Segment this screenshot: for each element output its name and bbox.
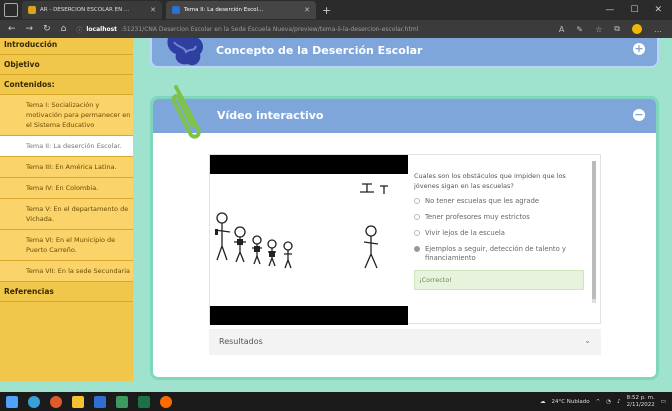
tab-close-icon[interactable]: ✕ <box>150 6 156 14</box>
url-host: localhost <box>86 25 118 33</box>
new-tab-icon[interactable]: + <box>322 4 331 17</box>
window-controls: — ☐ ✕ <box>605 5 662 15</box>
concept-panel-title: Concepto de la Deserción Escolar <box>216 44 423 57</box>
quiz-option[interactable]: Tener profesores muy estrictos <box>414 213 590 222</box>
chevron-down-icon: ⌄ <box>584 336 591 345</box>
favorite-icon[interactable]: ☆ <box>595 25 602 34</box>
letterbox-bottom <box>210 306 408 325</box>
sidebar-item[interactable]: Tema VI: En el Municipio de Puerto Carre… <box>0 230 133 261</box>
sidebar-item[interactable]: Referencias <box>0 282 133 302</box>
quiz-option-label: Tener profesores muy estrictos <box>425 213 530 221</box>
system-tray: ☁ 24°C Nublado ^ ◔ ♪ 8:52 p. m. 2/11/202… <box>540 395 666 409</box>
sidebar-item[interactable]: Tema IV: En Colombia. <box>0 178 133 199</box>
address-bar-row: ← → ↻ ⌂ ⓘ localhost:51231/CNA Desercion … <box>0 20 672 38</box>
excel-icon[interactable] <box>138 395 150 408</box>
windows-taskbar: ☁ 24°C Nublado ^ ◔ ♪ 8:52 p. m. 2/11/202… <box>0 392 672 411</box>
quiz-scrollbar[interactable] <box>592 161 596 303</box>
quiz-panel: Cuales son los obstáculos que impiden qu… <box>414 171 590 290</box>
sidebar-item[interactable]: Tema VII: En la sede Secundaria <box>0 261 133 282</box>
extensions-icon[interactable]: ✎ <box>576 25 583 34</box>
maximize-icon[interactable]: ☐ <box>630 5 638 15</box>
tab-favicon-icon <box>28 6 36 14</box>
tab-desercion[interactable]: AR - DESERCION ESCOLAR EN ... ✕ <box>22 1 162 19</box>
sidebar-item[interactable]: Tema I: Socialización y motivación para … <box>0 95 133 136</box>
tray-expand-icon[interactable]: ^ <box>596 399 601 405</box>
quiz-option[interactable]: Vivir lejos de la escuela <box>414 229 590 238</box>
tab-tema-ii[interactable]: Tema II: La deserción Escol... ✕ <box>166 1 316 19</box>
network-icon[interactable]: ◔ <box>606 399 611 405</box>
quiz-feedback: ¡Correcto! <box>414 270 584 290</box>
browser-actions: A ✎ ☆ ⧉ … <box>559 24 662 34</box>
collections-icon[interactable]: ⧉ <box>614 24 620 34</box>
tab-title: AR - DESERCION ESCOLAR EN ... <box>40 7 130 13</box>
tab-title: Tema II: La deserción Escol... <box>184 7 264 13</box>
close-window-icon[interactable]: ✕ <box>654 5 662 15</box>
reload-icon[interactable]: ↻ <box>43 24 51 34</box>
read-aloud-icon[interactable]: A <box>559 25 564 34</box>
paper-clip-icon <box>171 85 201 139</box>
results-accordion[interactable]: Resultados ⌄ <box>209 329 601 355</box>
browser-tab-bar: AR - DESERCION ESCOLAR EN ... ✕ Tema II:… <box>0 0 672 20</box>
collapse-icon[interactable]: − <box>633 109 645 121</box>
clock-time: 8:52 p. m. <box>626 394 655 401</box>
brain-illustration-icon <box>167 38 204 66</box>
radio-icon[interactable] <box>414 230 420 236</box>
expand-icon[interactable]: + <box>633 43 645 55</box>
forward-icon[interactable]: → <box>26 24 34 34</box>
quiz-option-label: Ejemplos a seguir, detección de talento … <box>425 245 566 262</box>
sidebar-item[interactable]: Objetivo <box>0 55 133 75</box>
video-panel-header[interactable]: Vídeo interactivo − <box>153 99 656 133</box>
back-icon[interactable]: ← <box>8 24 16 34</box>
sidebar-item[interactable]: Tema III: En América Latina. <box>0 157 133 178</box>
video-panel: Vídeo interactivo − Cuales son los obstá… <box>150 96 659 380</box>
interactive-video[interactable]: Cuales son los obstáculos que impiden qu… <box>209 154 601 325</box>
info-icon: ⓘ <box>76 26 83 34</box>
sidebar-item[interactable]: Tema II: La deserción Escolar. <box>0 136 133 157</box>
minimize-icon[interactable]: — <box>605 5 614 15</box>
sidebar-item[interactable]: Tema V: En el departamento de Vichada. <box>0 199 133 230</box>
video-panel-title: Vídeo interactivo <box>217 109 324 122</box>
clock-date: 2/11/2022 <box>626 401 655 408</box>
sidebar-nav: Introducción Objetivo Contenidos: Tema I: S… <box>0 38 133 381</box>
search-icon[interactable] <box>28 395 40 408</box>
mail-icon[interactable] <box>94 395 106 408</box>
tab-close-icon[interactable]: ✕ <box>304 6 310 14</box>
results-label: Resultados <box>219 337 263 346</box>
volume-icon[interactable]: ♪ <box>617 399 621 405</box>
letterbox-top <box>210 155 408 174</box>
cartoon-scene <box>214 183 388 269</box>
more-icon[interactable]: … <box>654 25 662 34</box>
clock[interactable]: 8:52 p. m. 2/11/2022 <box>627 395 655 409</box>
quiz-option[interactable]: No tener escuelas que les agrade <box>414 197 590 206</box>
app-icon[interactable] <box>160 395 172 408</box>
quiz-option-label: Vivir lejos de la escuela <box>425 229 505 237</box>
notifications-icon[interactable]: ▭ <box>661 399 666 405</box>
quiz-option[interactable]: Ejemplos a seguir, detección de talento … <box>414 245 590 263</box>
radio-icon[interactable] <box>414 198 420 204</box>
quiz-options: No tener escuelas que les agrade Tener pr… <box>414 197 590 263</box>
concept-panel-header[interactable]: Concepto de la Deserción Escolar + <box>150 38 659 68</box>
browser-icon[interactable] <box>50 395 62 408</box>
profile-avatar-icon[interactable] <box>632 24 642 34</box>
home-icon[interactable]: ⌂ <box>61 24 67 34</box>
radio-icon[interactable] <box>414 214 420 220</box>
quiz-option-label: No tener escuelas que les agrade <box>425 197 540 205</box>
sidebar-item[interactable]: Contenidos: <box>0 75 133 95</box>
start-icon[interactable] <box>6 395 18 408</box>
weather-icon[interactable]: ☁ <box>540 399 546 405</box>
url-path: :51231/CNA Desercion Escolar en la Sede … <box>121 25 419 33</box>
sidebar-item[interactable]: Introducción <box>0 38 133 55</box>
tab-favicon-icon <box>172 6 180 14</box>
file-explorer-icon[interactable] <box>72 395 84 408</box>
weather-text[interactable]: 24°C Nublado <box>551 399 589 405</box>
quiz-question: Cuales son los obstáculos que impiden qu… <box>414 172 566 190</box>
radio-icon[interactable] <box>414 246 420 252</box>
video-frame[interactable] <box>210 155 408 325</box>
window-menu-icon[interactable] <box>4 3 18 17</box>
url-field[interactable]: ⓘ localhost:51231/CNA Desercion Escolar … <box>76 22 516 36</box>
store-icon[interactable] <box>116 395 128 408</box>
